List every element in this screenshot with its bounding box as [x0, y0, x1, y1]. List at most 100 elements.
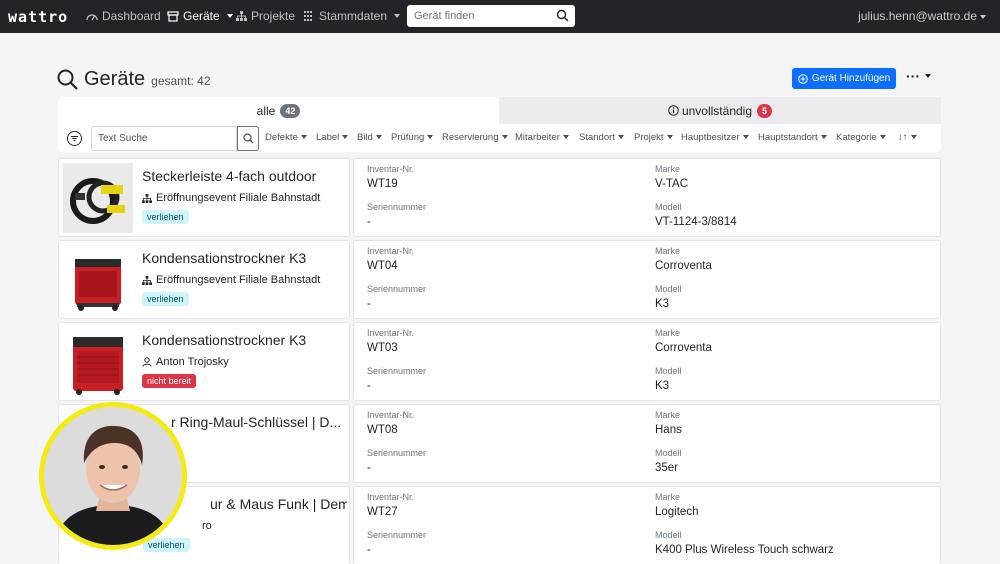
add-device-button[interactable]: Gerät Hinzufügen	[792, 68, 896, 89]
tab-incomplete[interactable]: unvollständig 5	[499, 97, 941, 124]
filter-label: Hauptbesitzer	[681, 132, 740, 143]
info-icon	[668, 105, 679, 116]
device-row[interactable]: Kondensationstrockner K3 Eröffnungsevent…	[58, 240, 941, 319]
plus-circle-icon	[797, 73, 808, 84]
text-search-button[interactable]	[237, 126, 259, 151]
nav-projekte[interactable]: Projekte	[236, 9, 295, 23]
more-icon: ···	[906, 68, 920, 84]
nav-stammdaten[interactable]: Stammdaten	[304, 9, 401, 23]
serial-label: Seriennummer	[367, 448, 427, 458]
filter-label: Hauptstandort	[758, 132, 818, 143]
chevron-down-icon	[910, 135, 917, 140]
filter-label: Defekte	[265, 132, 298, 143]
nav-stammdaten-label: Stammdaten	[319, 9, 388, 23]
device-name[interactable]: r Ring-Maul-Schlüssel | D...	[171, 414, 347, 430]
add-device-label: Gerät Hinzufügen	[811, 73, 891, 84]
status-badge: verliehen	[142, 292, 189, 306]
filter-label: Reservierung	[442, 132, 499, 143]
device-location-label: ro	[202, 520, 212, 532]
filter-standort[interactable]: Standort	[579, 132, 624, 143]
filter-reservierung[interactable]: Reservierung	[442, 132, 508, 143]
filter-label: Kategorie	[836, 132, 877, 143]
model-value: K3	[655, 380, 670, 392]
device-search-input[interactable]	[407, 6, 547, 26]
filter-hauptstandort[interactable]: Hauptstandort	[758, 132, 827, 143]
filter-projekt[interactable]: Projekt	[634, 132, 673, 143]
brand-label: Marke	[655, 164, 681, 174]
inventory-number: WT19	[367, 178, 398, 190]
serial-label: Seriennummer	[367, 530, 427, 540]
tab-all[interactable]: alle 42	[58, 97, 499, 124]
serial-label: Seriennummer	[367, 202, 427, 212]
filter-mitarbeiter[interactable]: Mitarbeiter	[515, 132, 569, 143]
chevron-down-icon	[300, 135, 307, 140]
filter-kategorie[interactable]: Kategorie	[836, 132, 886, 143]
device-details: Inventar-Nr. WT19 Seriennummer - Marke V…	[353, 158, 941, 237]
device-location: Anton Trojosky	[142, 356, 229, 368]
filter-icon[interactable]	[67, 131, 82, 146]
filter-label: Label	[316, 132, 340, 143]
device-row[interactable]: ur & Maus Funk | Demo... ro verliehen In…	[58, 486, 941, 564]
brand-value: V-TAC	[655, 178, 689, 190]
filter-bar: Text Suche Defekte Label Bild Prüfung Re…	[58, 124, 941, 152]
chevron-down-icon	[375, 135, 382, 140]
nav-dashboard[interactable]: Dashboard	[86, 9, 161, 23]
chevron-down-icon	[820, 135, 827, 140]
nav-geraete-label: Geräte	[183, 9, 220, 23]
filter-bild[interactable]: Bild	[357, 132, 382, 143]
device-row[interactable]: Steckerleiste 4-fach outdoor Eröffnungse…	[58, 158, 941, 237]
brand-logo[interactable]: wattro	[8, 8, 68, 26]
device-summary: Steckerleiste 4-fach outdoor Eröffnungse…	[58, 158, 350, 237]
filter-defekte[interactable]: Defekte	[265, 132, 307, 143]
device-location-label: Eröffnungsevent Filiale Bahnstadt	[156, 274, 321, 286]
filter-label-dropdown[interactable]: Label	[316, 132, 349, 143]
brand-label: Marke	[655, 492, 681, 502]
user-menu[interactable]: julius.henn@wattro.de	[858, 9, 986, 23]
filter-label: Projekt	[634, 132, 664, 143]
chevron-down-icon	[427, 135, 434, 140]
chevron-down-icon	[925, 74, 931, 78]
presenter-avatar	[44, 407, 182, 545]
chevron-down-icon	[980, 14, 986, 19]
brand-label: Marke	[655, 246, 681, 256]
brand-label: Marke	[655, 410, 681, 420]
total-count: gesamt: 42	[151, 74, 211, 88]
device-row[interactable]: r Ring-Maul-Schlüssel | D... Inventar-Nr…	[58, 404, 941, 483]
sort-dropdown[interactable]: ↓↑	[898, 132, 917, 143]
device-details: Inventar-Nr. WT08 Seriennummer - Marke H…	[353, 404, 941, 483]
model-value: K3	[655, 298, 670, 310]
device-name[interactable]: Kondensationstrockner K3	[142, 250, 347, 266]
device-details: Inventar-Nr. WT03 Seriennummer - Marke C…	[353, 322, 941, 401]
device-image	[63, 163, 133, 233]
inventory-number: WT03	[367, 342, 398, 354]
text-search-input[interactable]: Text Suche	[91, 126, 237, 151]
inventory-number: WT04	[367, 260, 398, 272]
page-title-text: Geräte	[84, 68, 146, 90]
model-value: 35er	[655, 462, 679, 474]
device-row[interactable]: Kondensationstrockner K3 Anton Trojosky …	[58, 322, 941, 401]
search-icon	[57, 69, 78, 90]
filter-hauptbesitzer[interactable]: Hauptbesitzer	[681, 132, 749, 143]
inventory-label: Inventar-Nr.	[367, 328, 415, 338]
brand-value: Logitech	[655, 506, 699, 518]
search-icon[interactable]	[556, 9, 569, 22]
brand-value: Corroventa	[655, 260, 712, 272]
chevron-down-icon	[394, 14, 401, 18]
chevron-down-icon	[879, 135, 886, 140]
user-icon	[142, 357, 152, 367]
filter-pruefung[interactable]: Prüfung	[391, 132, 434, 143]
brand-value: Hans	[655, 424, 682, 436]
chevron-down-icon	[226, 14, 233, 18]
sort-icon: ↓↑	[898, 132, 908, 143]
device-name[interactable]: Steckerleiste 4-fach outdoor	[142, 168, 347, 184]
search-icon	[242, 133, 253, 144]
sitemap-icon	[142, 275, 152, 285]
serial-number: -	[367, 298, 371, 310]
serial-number: -	[367, 462, 371, 474]
more-options-button[interactable]: ···	[906, 68, 931, 84]
nav-geraete[interactable]: Geräte	[167, 9, 233, 23]
tab-incomplete-label: unvollständig	[681, 103, 753, 118]
device-name[interactable]: Kondensationstrockner K3	[142, 332, 347, 348]
device-details: Inventar-Nr. WT27 Seriennummer - Marke L…	[353, 486, 941, 564]
device-name[interactable]: ur & Maus Funk | Demo...	[210, 496, 347, 512]
